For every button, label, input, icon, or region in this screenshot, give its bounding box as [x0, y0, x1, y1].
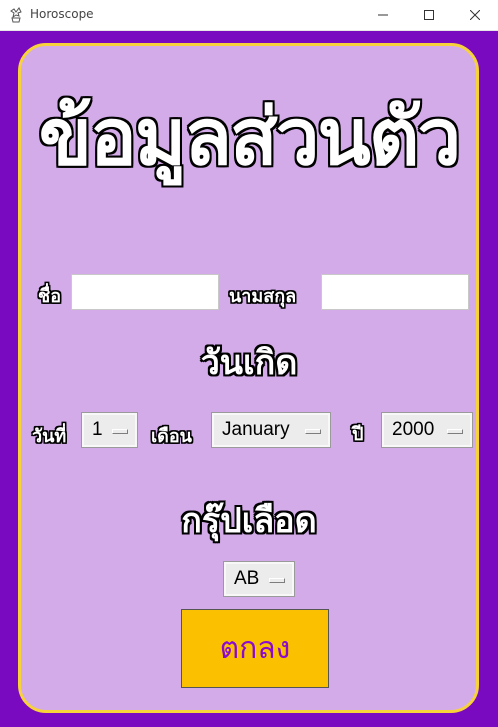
blood-group-heading: กรุ๊ปเลือด	[181, 501, 317, 541]
maximize-icon	[424, 10, 434, 20]
dropdown-indicator-icon	[112, 429, 128, 434]
day-select[interactable]: 1	[81, 412, 138, 448]
page-title: ข้อมูลส่วนตัว	[38, 93, 462, 183]
ok-button-label: ตกลง	[219, 631, 291, 666]
last-name-input[interactable]	[321, 274, 469, 310]
window-title: Horoscope	[30, 7, 94, 21]
minimize-button[interactable]	[360, 0, 406, 30]
blood-group-select[interactable]: AB	[223, 561, 295, 597]
year-select[interactable]: 2000	[381, 412, 473, 448]
month-select[interactable]: January	[211, 412, 331, 448]
app-icon	[8, 7, 24, 23]
window-titlebar[interactable]: Horoscope	[0, 0, 498, 31]
maximize-button[interactable]	[406, 0, 452, 30]
day-select-value: 1	[92, 419, 103, 440]
close-button[interactable]	[452, 0, 498, 30]
dropdown-indicator-icon	[269, 578, 285, 583]
last-name-label: นามสกุล	[229, 286, 297, 307]
close-icon	[470, 10, 480, 20]
year-select-value: 2000	[392, 419, 435, 440]
month-label: เดือน	[151, 426, 192, 447]
dropdown-indicator-icon	[305, 429, 321, 434]
blood-group-select-value: AB	[234, 568, 260, 589]
dropdown-indicator-icon	[447, 429, 463, 434]
ok-button[interactable]: ตกลง	[181, 609, 329, 688]
day-label: วันที่	[32, 426, 67, 447]
month-select-value: January	[222, 419, 290, 440]
birthday-heading: วันเกิด	[200, 343, 298, 383]
first-name-label: ชื่อ	[38, 286, 62, 307]
year-label: ปี	[352, 424, 364, 445]
first-name-input[interactable]	[71, 274, 219, 310]
minimize-icon	[378, 14, 388, 16]
